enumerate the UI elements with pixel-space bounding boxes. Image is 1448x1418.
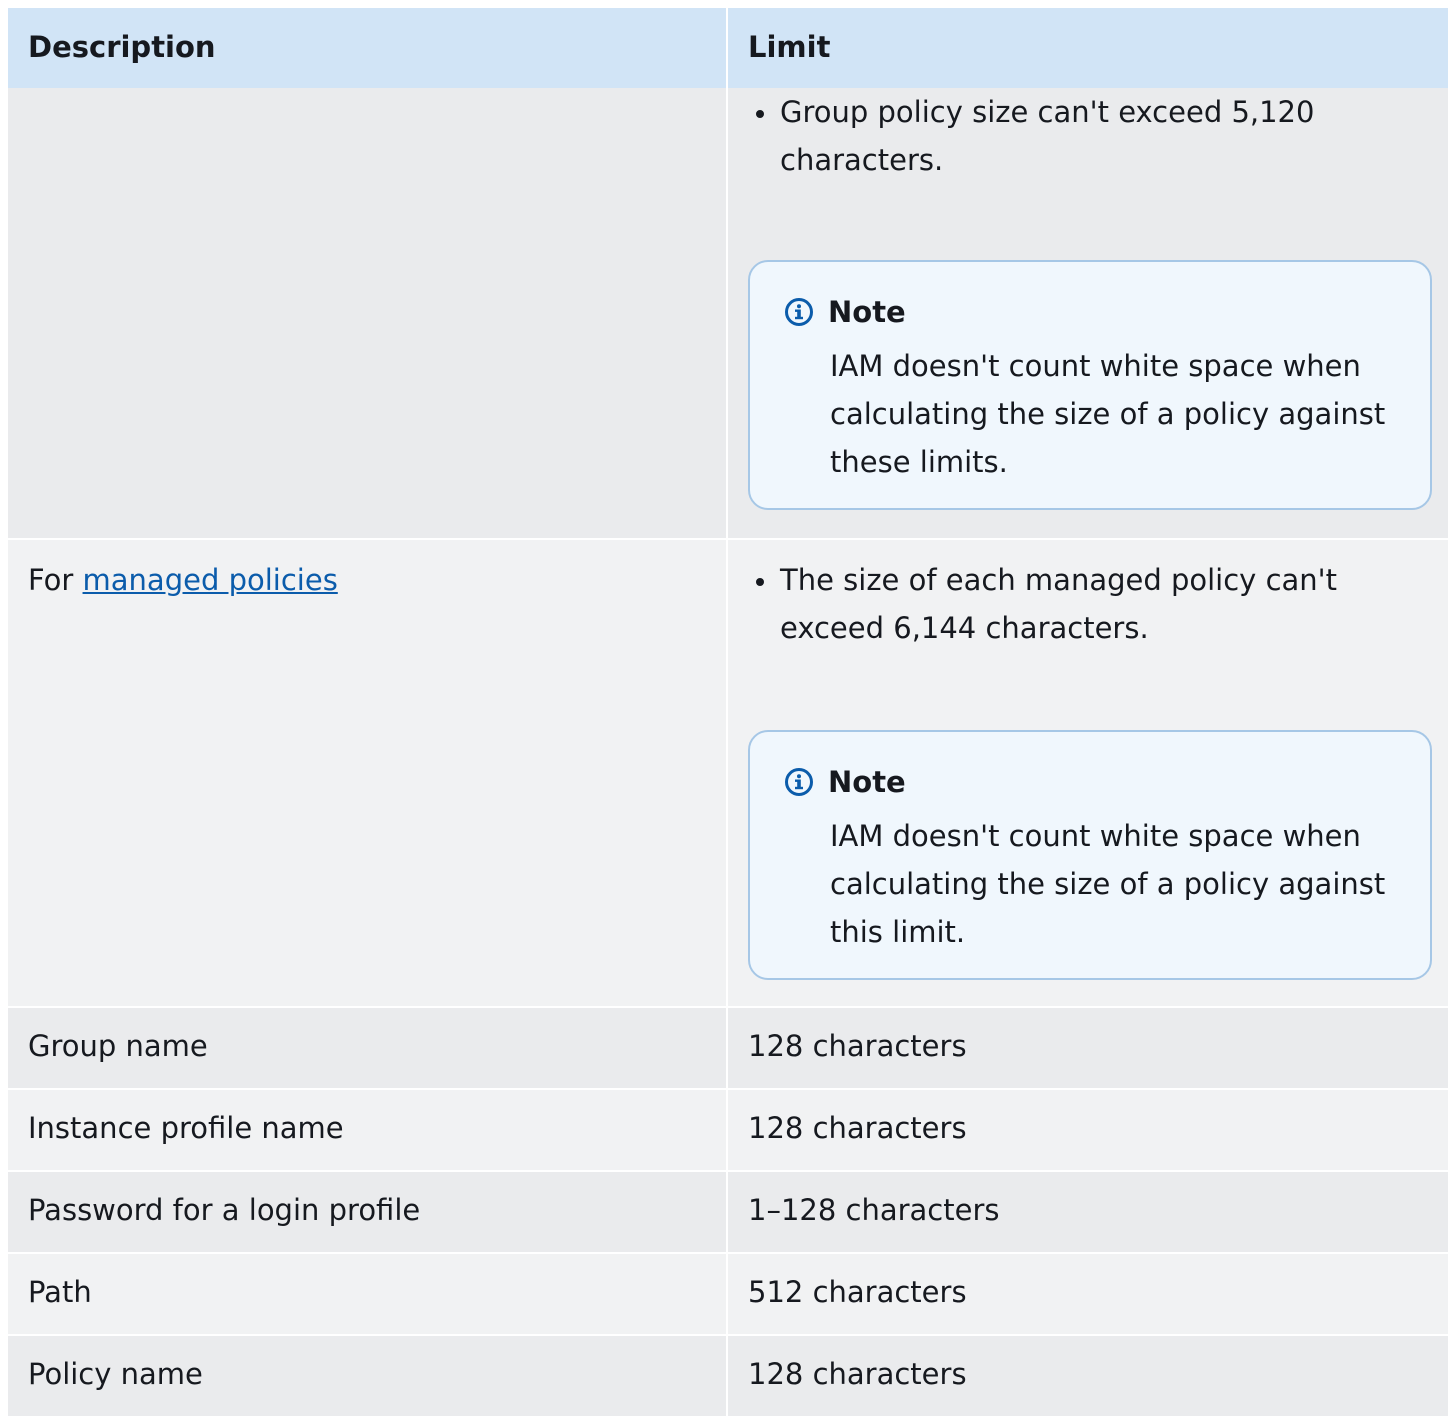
note-heading: Note [784, 288, 1400, 336]
group-policy-bullet: Group policy size can't exceed 5,120 cha… [748, 88, 1340, 184]
table-row: Instance profile name 128 characters [8, 1090, 1448, 1172]
managed-prefix: For [28, 563, 83, 597]
note-callout: Note IAM doesn't count white space when … [748, 260, 1432, 510]
header-description: Description [8, 8, 728, 88]
table-row-group-policy: Group policy size can't exceed 5,120 cha… [8, 88, 1448, 540]
info-circle-icon [785, 298, 813, 326]
header-limit: Limit [748, 30, 831, 64]
row-limit: 128 characters [748, 1111, 967, 1145]
row-limit: 512 characters [748, 1275, 967, 1309]
managed-bullet: The size of each managed policy can't ex… [748, 556, 1340, 652]
note-title: Note [828, 295, 906, 329]
note-callout: Note IAM doesn't count white space when … [748, 730, 1432, 980]
managed-policies-limit-cell: The size of each managed policy can't ex… [728, 540, 1448, 1006]
row-limit: 1–128 characters [748, 1193, 1000, 1227]
group-policy-description-cell [8, 88, 728, 538]
note-text: IAM doesn't count white space when calcu… [830, 819, 1386, 949]
table-row: Password for a login profile 1–128 chara… [8, 1172, 1448, 1254]
managed-policies-link[interactable]: managed policies [83, 563, 338, 597]
table-row-managed-policies: For managed policies The size of each ma… [8, 540, 1448, 1008]
row-description: Instance profile name [8, 1090, 728, 1170]
info-circle-icon [785, 768, 813, 796]
row-limit: 128 characters [748, 1357, 967, 1391]
table-row: Path 512 characters [8, 1254, 1448, 1336]
table-header-row: Description Limit [8, 8, 1448, 88]
note-text: IAM doesn't count white space when calcu… [830, 349, 1386, 479]
group-policy-limit-cell: Group policy size can't exceed 5,120 cha… [728, 88, 1448, 538]
limits-table: Description Limit Group policy size can'… [8, 8, 1448, 1418]
group-policy-bullet-list: Group policy size can't exceed 5,120 cha… [748, 88, 1430, 184]
managed-policies-description-cell: For managed policies [8, 540, 728, 1006]
row-description: Path [8, 1254, 728, 1334]
row-description: Password for a login profile [8, 1172, 728, 1252]
row-description: Policy name [8, 1336, 728, 1416]
row-description: Group name [8, 1008, 728, 1088]
table-row: Group name 128 characters [8, 1008, 1448, 1090]
managed-bullet-list: The size of each managed policy can't ex… [748, 556, 1430, 652]
row-limit: 128 characters [748, 1029, 967, 1063]
note-heading: Note [784, 758, 1400, 806]
note-title: Note [828, 765, 906, 799]
